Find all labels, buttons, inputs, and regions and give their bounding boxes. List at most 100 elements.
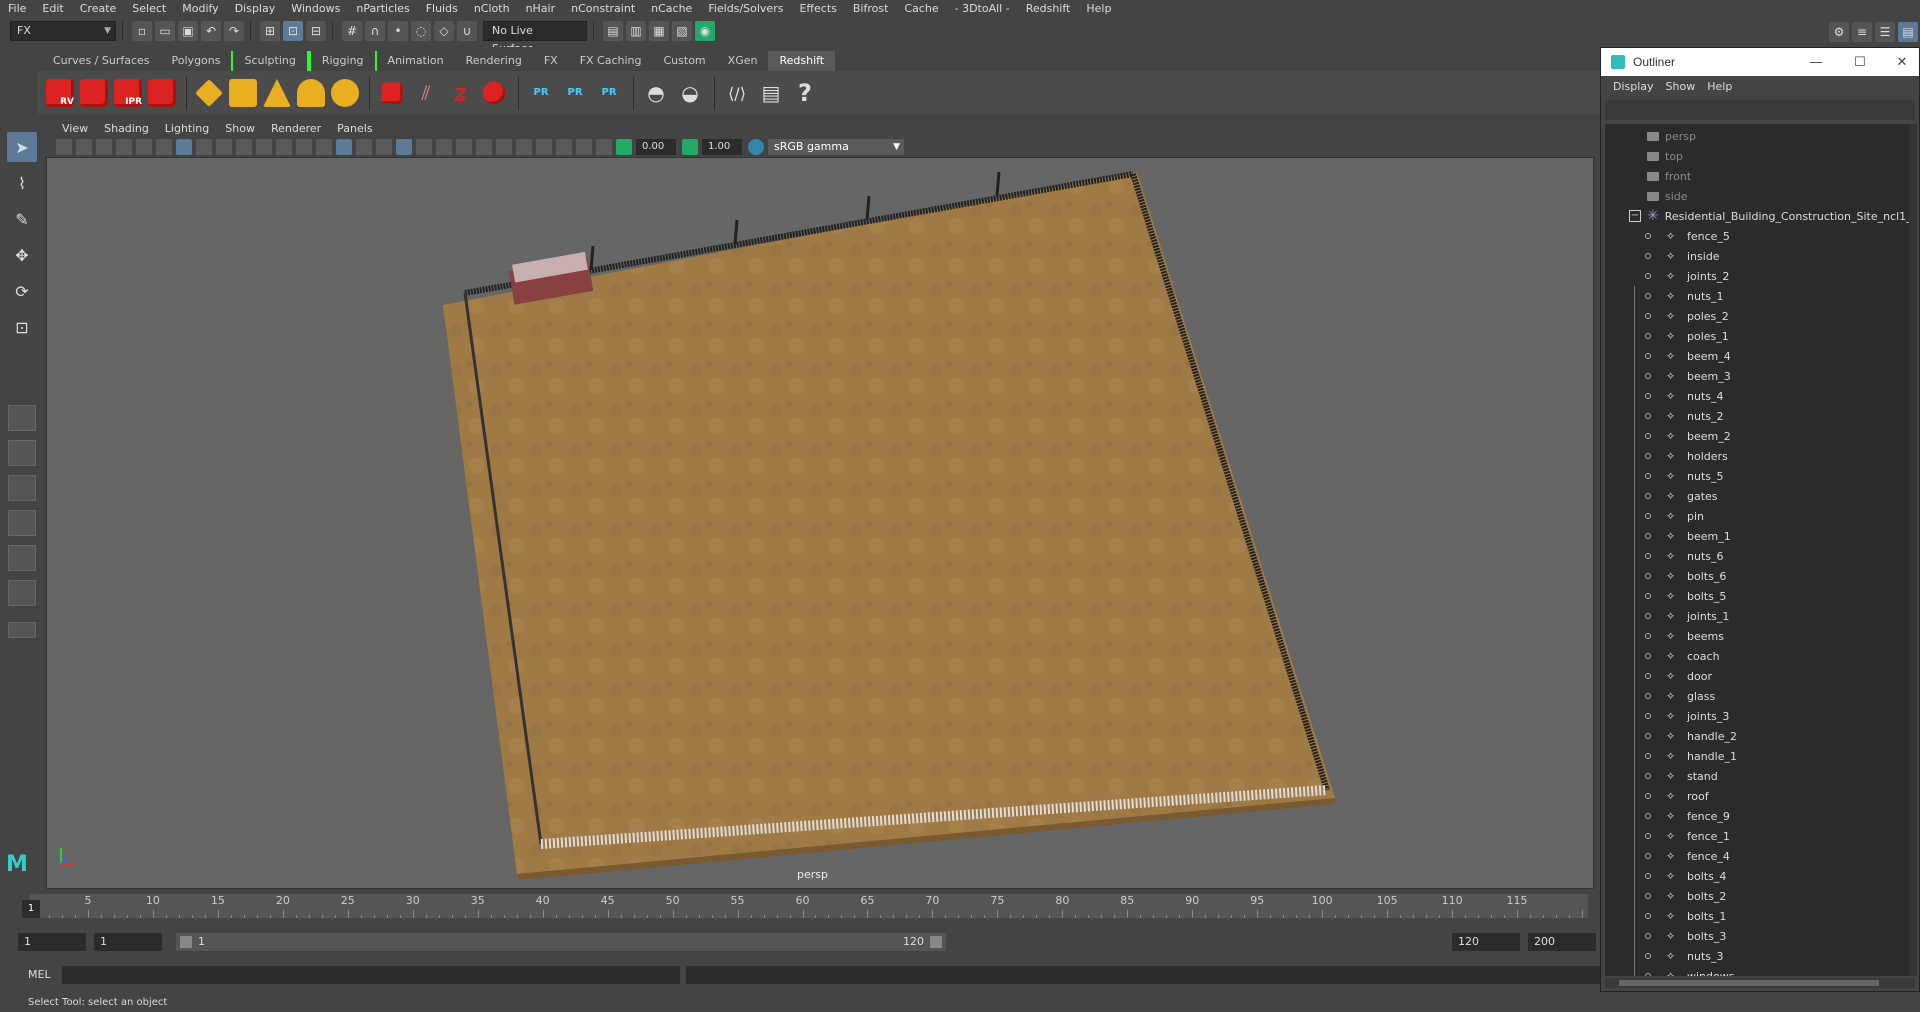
outliner-item-row[interactable]: ⟡ roof (1605, 786, 1915, 806)
menu-item[interactable]: nCache (643, 0, 700, 17)
animation-end-field[interactable]: 200 (1528, 933, 1596, 951)
outliner-group-row[interactable]: − ✳ Residential_Building_Construction_Site… (1605, 206, 1915, 226)
outliner-item-row[interactable]: ⟡ holders (1605, 446, 1915, 466)
rs-dome-light-button[interactable] (295, 75, 327, 111)
pr-button-2[interactable]: PR (559, 75, 591, 111)
visibility-dot-icon[interactable] (1645, 553, 1651, 559)
visibility-dot-icon[interactable] (1645, 913, 1651, 919)
exposure-field[interactable]: 0.00 (636, 139, 676, 155)
select-hierarchy-icon[interactable]: ⊞ (260, 21, 280, 41)
grid-icon[interactable] (176, 139, 192, 155)
outliner-item-row[interactable]: ⟡ beems (1605, 626, 1915, 646)
outliner-camera-row[interactable]: side (1605, 186, 1915, 206)
close-icon[interactable]: ✕ (1887, 52, 1917, 72)
modeling-toolkit-icon[interactable]: ⚙ (1829, 22, 1849, 42)
rs-script-button[interactable]: ⟨/⟩ (721, 75, 753, 111)
panel-menu-item[interactable]: Panels (329, 122, 380, 135)
outliner-item-row[interactable]: ⟡ joints_2 (1605, 266, 1915, 286)
outliner-item-row[interactable]: ⟡ bolts_5 (1605, 586, 1915, 606)
visibility-dot-icon[interactable] (1645, 833, 1651, 839)
move-tool-icon[interactable]: ✥ (7, 240, 37, 270)
range-start-handle[interactable] (180, 936, 192, 948)
shelf-tab[interactable]: Animation (377, 51, 455, 71)
visibility-dot-icon[interactable] (1645, 873, 1651, 879)
outliner-menu-item[interactable]: Display (1607, 80, 1660, 93)
panel-menu-item[interactable]: Renderer (263, 122, 329, 135)
command-language-label[interactable]: MEL (28, 968, 51, 981)
visibility-dot-icon[interactable] (1645, 813, 1651, 819)
panel-menu-item[interactable]: Lighting (157, 122, 217, 135)
film-gate-icon[interactable] (196, 139, 212, 155)
visibility-dot-icon[interactable] (1645, 233, 1651, 239)
outliner-item-row[interactable]: ⟡ handle_2 (1605, 726, 1915, 746)
gamma-field[interactable]: 1.00 (702, 139, 742, 155)
select-tool-icon[interactable]: ➤ (7, 132, 37, 162)
visibility-dot-icon[interactable] (1645, 533, 1651, 539)
menu-item[interactable]: Windows (283, 0, 348, 17)
outliner-item-row[interactable]: ⟡ poles_2 (1605, 306, 1915, 326)
visibility-dot-icon[interactable] (1645, 473, 1651, 479)
visibility-dot-icon[interactable] (1645, 733, 1651, 739)
menu-item[interactable]: Redshift (1018, 0, 1079, 17)
panel-menu-item[interactable]: View (54, 122, 96, 135)
outliner-item-row[interactable]: ⟡ coach (1605, 646, 1915, 666)
outliner-tree[interactable]: persp top front side − ✳ Residential_Building_… (1605, 124, 1915, 976)
collapse-icon[interactable]: − (1629, 210, 1641, 222)
outliner-item-row[interactable]: ⟡ nuts_2 (1605, 406, 1915, 426)
outliner-item-row[interactable]: ⟡ inside (1605, 246, 1915, 266)
pr-button-1[interactable]: PR (525, 75, 557, 111)
exposure-icon[interactable] (616, 139, 632, 155)
camera-select-icon[interactable] (56, 139, 72, 155)
motion-blur-icon[interactable] (476, 139, 492, 155)
menu-item[interactable]: nCloth (466, 0, 518, 17)
visibility-dot-icon[interactable] (1645, 393, 1651, 399)
render-view-icon[interactable]: ▧ (672, 21, 692, 41)
new-scene-icon[interactable]: ▫ (132, 21, 152, 41)
layout-single-icon[interactable] (8, 405, 36, 431)
outliner-item-row[interactable]: ⟡ windows (1605, 966, 1915, 976)
visibility-dot-icon[interactable] (1645, 433, 1651, 439)
outliner-camera-row[interactable]: persp (1605, 126, 1915, 146)
snap-curve-icon[interactable]: ∩ (365, 21, 385, 41)
select-object-icon[interactable]: ⊡ (283, 21, 303, 41)
rs-settings-button[interactable] (146, 75, 178, 111)
outliner-item-row[interactable]: ⟡ joints_1 (1605, 606, 1915, 626)
rotate-tool-icon[interactable]: ⟳ (7, 276, 37, 306)
layout-side-icon[interactable] (8, 475, 36, 501)
time-slider[interactable]: 5 10 15 20 25 30 35 40 45 50 55 60 65 70 75 80 85 90 95 100… (0, 890, 1600, 920)
rs-ipr-button[interactable]: IPR (112, 75, 144, 111)
visibility-dot-icon[interactable] (1645, 753, 1651, 759)
resolution-gate-icon[interactable] (216, 139, 232, 155)
outliner-item-row[interactable]: ⟡ bolts_2 (1605, 886, 1915, 906)
xray-components-icon[interactable] (596, 139, 612, 155)
menu-item[interactable]: Edit (34, 0, 71, 17)
outliner-item-row[interactable]: ⟡ glass (1605, 686, 1915, 706)
visibility-dot-icon[interactable] (1645, 633, 1651, 639)
menu-item[interactable]: nConstraint (563, 0, 643, 17)
shelf-tab[interactable]: FX (533, 51, 569, 71)
outliner-item-row[interactable]: ⟡ bolts_4 (1605, 866, 1915, 886)
menu-item[interactable]: Display (227, 0, 284, 17)
outliner-menu-item[interactable]: Show (1660, 80, 1702, 93)
safe-action-icon[interactable] (276, 139, 292, 155)
playback-start-field[interactable]: 1 (94, 933, 162, 951)
safe-title-icon[interactable] (296, 139, 312, 155)
visibility-dot-icon[interactable] (1645, 493, 1651, 499)
visibility-dot-icon[interactable] (1645, 893, 1651, 899)
playback-end-field[interactable]: 120 (1452, 933, 1520, 951)
channel-box-icon[interactable]: ▤ (1898, 22, 1918, 42)
menu-item[interactable]: Effects (791, 0, 844, 17)
outliner-item-row[interactable]: ⟡ fence_5 (1605, 226, 1915, 246)
visibility-dot-icon[interactable] (1645, 333, 1651, 339)
snap-point-icon[interactable]: • (388, 21, 408, 41)
menu-item[interactable]: Create (72, 0, 125, 17)
render-settings-icon[interactable]: ▤ (603, 21, 623, 41)
shelf-tab[interactable]: Sculpting (231, 51, 309, 71)
ipr-render-icon[interactable]: ▦ (649, 21, 669, 41)
wireframe-icon[interactable] (316, 139, 332, 155)
rs-curve-button[interactable]: ʑ (444, 75, 476, 111)
minimize-icon[interactable]: — (1801, 52, 1831, 72)
outliner-camera-row[interactable]: top (1605, 146, 1915, 166)
select-component-icon[interactable]: ⊟ (306, 21, 326, 41)
rs-proxy-button[interactable] (376, 75, 408, 111)
